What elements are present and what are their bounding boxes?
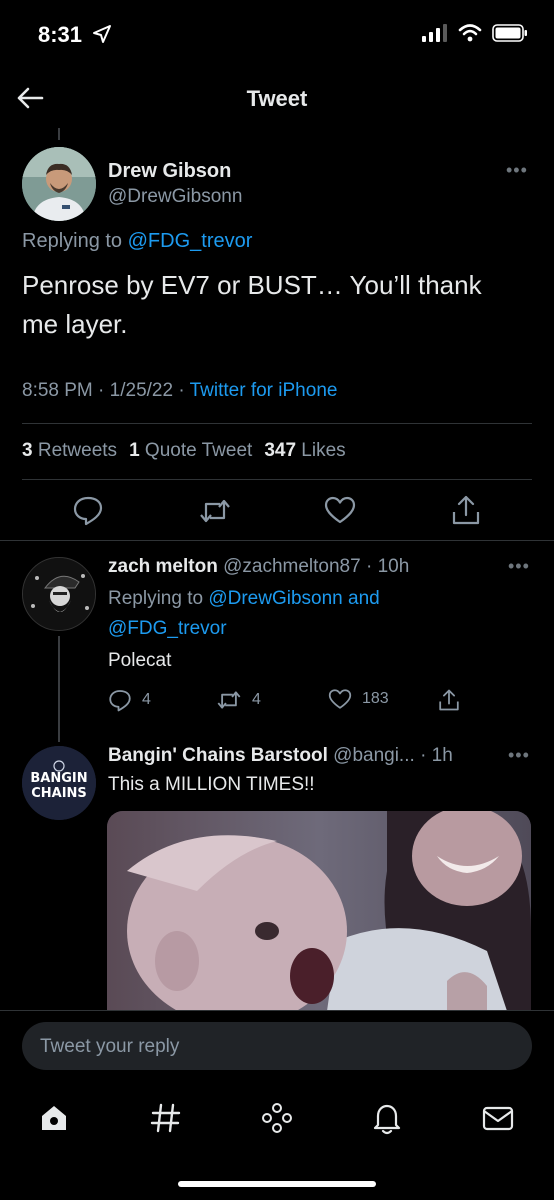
retweets-stat[interactable]: 3 Retweets	[22, 440, 117, 462]
replying-to: Replying to @FDG_trevor	[22, 230, 252, 253]
avatar[interactable]: BANGIN CHAINS	[22, 746, 96, 820]
tweet-media-gif[interactable]	[107, 811, 531, 1011]
reply-icon	[109, 690, 131, 712]
author-handle[interactable]: @zachmelton87	[223, 556, 361, 577]
author-handle[interactable]: @bangi...	[333, 745, 415, 766]
meta-separator: ·	[178, 380, 185, 401]
reply-header: zach melton @zachmelton87 · 10h	[108, 556, 409, 578]
like-icon	[328, 689, 352, 709]
nav-bar: Tweet	[0, 70, 554, 126]
retweets-label: Retweets	[37, 440, 118, 461]
like-action[interactable]: 183	[328, 688, 389, 710]
avatar-photo	[23, 558, 95, 630]
tweet-source[interactable]: Twitter for iPhone	[190, 380, 338, 401]
tweet-meta: 8:58 PM · 1/25/22 · Twitter for iPhone	[22, 380, 337, 402]
status-icons	[422, 24, 528, 42]
replying-to-link[interactable]: @FDG_trevor	[108, 618, 227, 639]
explore-icon[interactable]	[148, 1100, 184, 1136]
status-time: 8:31	[38, 22, 83, 47]
quote-tweet-stat[interactable]: 1 Quote Tweet	[129, 440, 252, 462]
svg-text:BANGIN: BANGIN	[30, 771, 87, 786]
reply-count: 4	[142, 691, 151, 708]
share-action[interactable]	[438, 688, 460, 712]
reply-composer-input[interactable]: Tweet your reply	[22, 1022, 532, 1070]
status-bar: 8:31	[0, 0, 554, 70]
divider	[22, 423, 532, 424]
spaces-icon[interactable]	[259, 1100, 295, 1136]
author-name[interactable]: zach melton	[108, 556, 218, 577]
share-icon	[439, 689, 459, 711]
replying-to-link[interactable]: @FDG_trevor	[128, 230, 253, 252]
tweet-text: Polecat	[108, 650, 172, 671]
author-handle[interactable]: @DrewGibsonn	[108, 186, 242, 208]
thread-line	[58, 128, 60, 140]
more-options-icon[interactable]: •••	[508, 556, 530, 577]
thread-line	[58, 636, 60, 742]
tweet-time: 8:58 PM	[22, 380, 93, 401]
meta-separator: ·	[420, 745, 427, 766]
replying-prefix: Replying to	[108, 588, 204, 609]
tweet-age: 10h	[377, 556, 410, 577]
meta-separator: ·	[98, 380, 105, 401]
reply-action[interactable]: 4	[108, 688, 151, 712]
replying-and: and	[348, 588, 380, 609]
retweet-action[interactable]: 4	[216, 688, 261, 712]
avatar[interactable]	[22, 557, 96, 631]
like-icon[interactable]	[324, 495, 356, 525]
replying-to-link[interactable]: @DrewGibsonn	[208, 588, 342, 609]
retweet-icon	[217, 691, 241, 709]
meta-separator: ·	[365, 556, 373, 577]
media-image	[107, 811, 531, 1011]
replying-prefix: Replying to	[22, 230, 123, 252]
likes-stat[interactable]: 347 Likes	[264, 440, 345, 462]
share-icon[interactable]	[451, 494, 481, 526]
home-icon[interactable]	[36, 1100, 72, 1136]
quote-label: Quote Tweet	[144, 440, 253, 461]
wifi-icon	[458, 24, 482, 42]
notifications-icon[interactable]	[369, 1100, 405, 1136]
retweet-icon[interactable]	[198, 496, 232, 526]
reply-header: Bangin' Chains Barstool @bangi... · 1h	[108, 745, 453, 767]
location-arrow-icon	[93, 25, 111, 43]
avatar-photo	[22, 147, 96, 221]
avatar-logo: BANGIN CHAINS	[22, 746, 96, 820]
more-options-icon[interactable]: •••	[506, 160, 528, 181]
tweet-date: 1/25/22	[109, 380, 174, 401]
divider	[22, 479, 532, 480]
avatar[interactable]	[22, 147, 96, 221]
tweet-text: This a MILLION TIMES!!	[108, 774, 315, 795]
retweets-count: 3	[22, 440, 33, 461]
author-name[interactable]: Bangin' Chains Barstool	[108, 745, 328, 766]
messages-icon[interactable]	[480, 1100, 516, 1136]
tweet-stats: 3 Retweets 1 Quote Tweet 347 Likes	[22, 440, 346, 462]
retweet-count: 4	[252, 691, 261, 708]
signal-icon	[422, 24, 447, 42]
reply-icon[interactable]	[72, 494, 104, 526]
tweet-age: 1h	[431, 745, 453, 766]
composer-placeholder: Tweet your reply	[40, 1036, 180, 1057]
home-indicator	[178, 1181, 376, 1187]
battery-icon	[492, 24, 527, 42]
tweet-text: Penrose by EV7 or BUST… You’ll thank me …	[22, 270, 482, 339]
quote-count: 1	[129, 440, 140, 461]
replying-to: Replying to @DrewGibsonn and @FDG_trevor	[108, 584, 448, 644]
more-options-icon[interactable]: •••	[508, 745, 530, 766]
author-name[interactable]: Drew Gibson	[108, 160, 231, 183]
like-count: 183	[362, 690, 389, 707]
likes-label: Likes	[301, 440, 346, 461]
divider	[0, 540, 554, 541]
svg-text:CHAINS: CHAINS	[31, 786, 87, 801]
page-title: Tweet	[246, 86, 308, 111]
likes-count: 347	[264, 440, 297, 461]
